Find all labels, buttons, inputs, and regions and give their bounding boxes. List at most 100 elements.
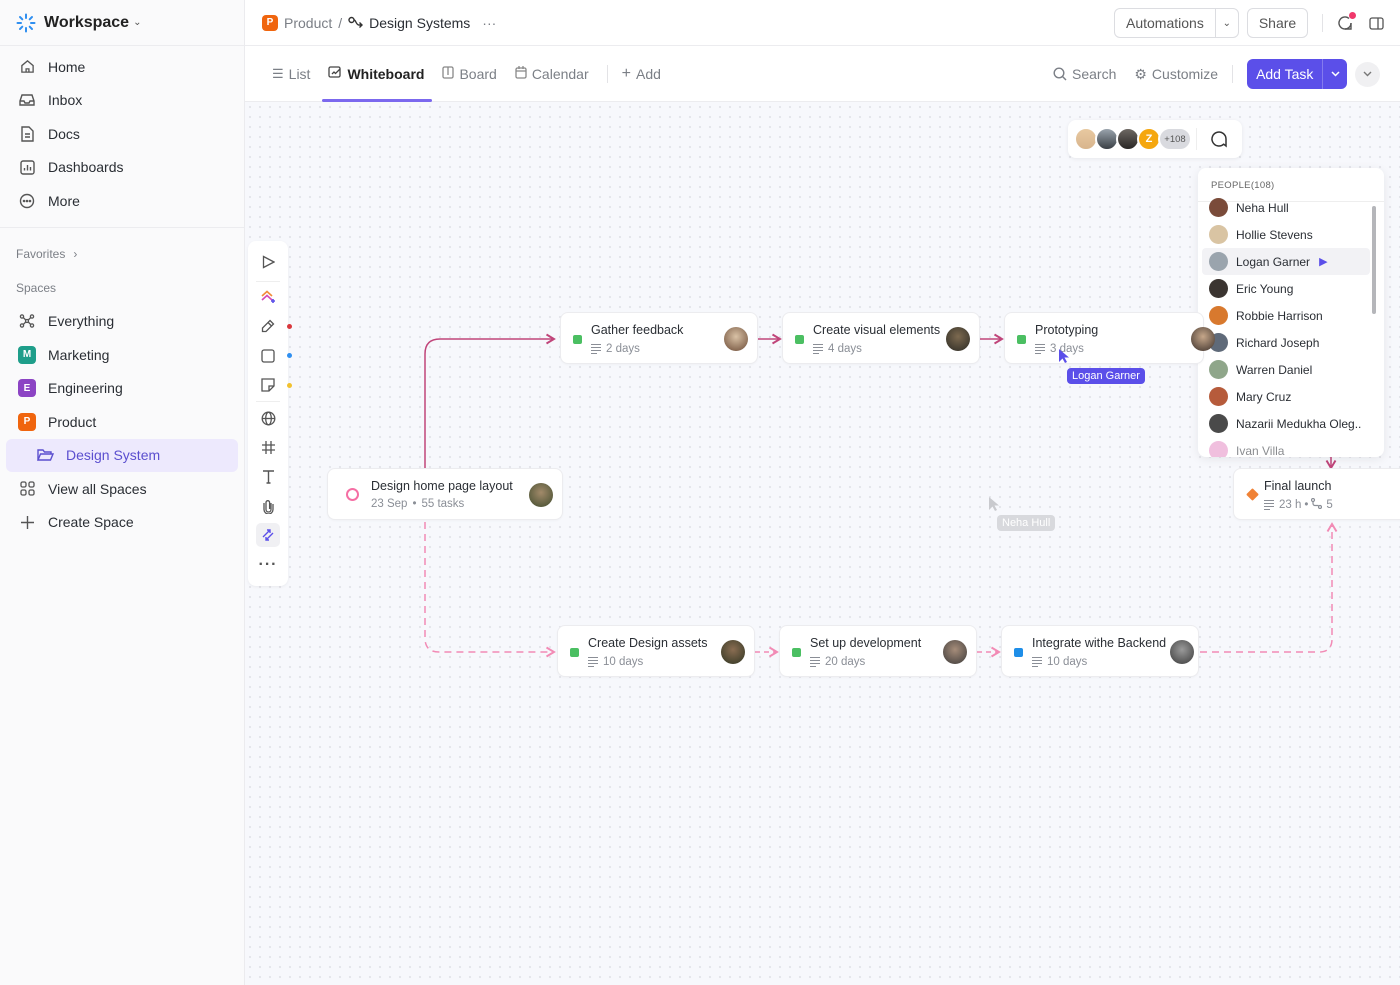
person-item[interactable]: Mary Cruz bbox=[1198, 383, 1384, 410]
assignee-avatar[interactable] bbox=[529, 483, 553, 507]
person-item[interactable]: Ivan Villa bbox=[1198, 437, 1384, 457]
task-card-prototyping[interactable]: Prototyping 3 days bbox=[1004, 312, 1215, 364]
people-scrollbar[interactable] bbox=[1372, 206, 1376, 314]
frame-tool-icon[interactable] bbox=[256, 435, 280, 459]
sidebar-item-dashboards[interactable]: Dashboards bbox=[0, 151, 244, 185]
search-button[interactable]: Search bbox=[1053, 66, 1116, 82]
sidebar-item-marketing[interactable]: M Marketing bbox=[0, 338, 244, 372]
more-options-icon[interactable]: ··· bbox=[482, 15, 496, 31]
avatar bbox=[1209, 225, 1228, 244]
connector-root-gather[interactable] bbox=[424, 333, 556, 468]
tab-whiteboard[interactable]: Whiteboard bbox=[322, 46, 433, 102]
collaborators-bar: Z +108 bbox=[1068, 120, 1242, 158]
breadcrumb-page[interactable]: Design Systems bbox=[369, 15, 470, 31]
task-card-set-up-development[interactable]: Set up development 20 days bbox=[779, 625, 977, 677]
sidebar-item-label: View all Spaces bbox=[48, 480, 147, 497]
breadcrumb-space[interactable]: Product bbox=[284, 15, 332, 31]
person-item[interactable]: Robbie Harrison bbox=[1198, 302, 1384, 329]
automations-dropdown-icon[interactable]: ⌄ bbox=[1214, 9, 1238, 37]
person-item[interactable]: Richard Joseph bbox=[1198, 329, 1384, 356]
task-card-create-visual-elements[interactable]: Create visual elements 4 days bbox=[782, 312, 980, 364]
task-card-integrate-backend[interactable]: Integrate withe Backend 10 days bbox=[1001, 625, 1199, 677]
connector-root-assets[interactable] bbox=[424, 522, 556, 658]
assignee-avatar[interactable] bbox=[943, 640, 967, 664]
sidebar-item-inbox[interactable]: Inbox bbox=[0, 84, 244, 118]
task-duration: 10 days bbox=[1047, 655, 1088, 668]
sidebar-item-view-all-spaces[interactable]: View all Spaces bbox=[0, 472, 244, 506]
person-item[interactable]: Warren Daniel bbox=[1198, 356, 1384, 383]
select-tool-icon[interactable] bbox=[256, 250, 280, 274]
connector-tool-icon[interactable] bbox=[256, 523, 280, 547]
sidebar-item-label: Marketing bbox=[48, 346, 110, 363]
sidebar-item-more[interactable]: More bbox=[0, 184, 244, 218]
person-name: Robbie Harrison bbox=[1236, 308, 1323, 323]
connector-backend-launch[interactable] bbox=[1200, 522, 1338, 653]
person-item[interactable]: Nazarii Medukha Oleg.. bbox=[1198, 410, 1384, 437]
ai-create-tool-icon[interactable] bbox=[256, 285, 280, 309]
add-task-button[interactable]: Add Task bbox=[1247, 66, 1322, 82]
space-badge-engineering: E bbox=[18, 379, 36, 398]
person-item[interactable]: Eric Young bbox=[1198, 275, 1384, 302]
assignee-avatar[interactable] bbox=[721, 640, 745, 664]
sidebar-item-engineering[interactable]: E Engineering bbox=[0, 372, 244, 406]
panel-toggle-icon[interactable] bbox=[1369, 16, 1384, 30]
customize-button[interactable]: ⚙ Customize bbox=[1134, 66, 1218, 83]
sidebar-item-design-system[interactable]: Design System bbox=[6, 438, 238, 472]
add-view-button[interactable]: + Add bbox=[622, 46, 661, 102]
more-collaborators-badge[interactable]: +108 bbox=[1158, 127, 1192, 151]
breadcrumb: P Product / Design Systems ··· bbox=[262, 14, 496, 31]
globe-tool-icon[interactable] bbox=[256, 406, 280, 430]
task-title: Integrate withe Backend bbox=[1032, 636, 1167, 650]
task-title: Gather feedback bbox=[591, 323, 684, 337]
assignee-avatar[interactable] bbox=[946, 327, 970, 351]
task-duration: 4 days bbox=[828, 342, 862, 355]
sticky-note-tool-icon[interactable] bbox=[256, 373, 280, 397]
automations-button[interactable]: Automations bbox=[1115, 15, 1215, 31]
chevron-down-icon: ⌄ bbox=[133, 17, 142, 28]
person-item[interactable]: Hollie Stevens bbox=[1198, 221, 1384, 248]
add-view-label: Add bbox=[635, 65, 661, 82]
divider bbox=[1232, 65, 1234, 83]
avatar bbox=[1209, 414, 1228, 433]
add-task-dropdown-icon[interactable] bbox=[1322, 59, 1347, 89]
sidebar-item-docs[interactable]: Docs bbox=[0, 117, 244, 151]
shape-tool-icon[interactable] bbox=[256, 344, 280, 368]
task-card-final-launch[interactable]: Final launch 23 h • 5 bbox=[1233, 468, 1400, 520]
sidebar-item-product[interactable]: P Product bbox=[0, 405, 244, 439]
sidebar-item-everything[interactable]: Everything bbox=[0, 305, 244, 339]
description-icon bbox=[1035, 342, 1045, 356]
tab-calendar[interactable]: Calendar bbox=[515, 46, 589, 102]
attachment-tool-icon[interactable] bbox=[256, 494, 280, 518]
pen-tool-icon[interactable] bbox=[256, 314, 280, 338]
tab-board[interactable]: Board bbox=[442, 46, 497, 102]
tab-list[interactable]: ☰ List bbox=[272, 46, 310, 102]
favorites-section[interactable]: Favorites › bbox=[0, 237, 244, 271]
person-item[interactable]: Neha Hull bbox=[1198, 194, 1384, 221]
task-card-gather-feedback[interactable]: Gather feedback 2 days bbox=[560, 312, 758, 364]
share-button[interactable]: Share bbox=[1246, 8, 1309, 38]
sidebar-item-home[interactable]: Home bbox=[0, 50, 244, 84]
collapse-toolbar-icon[interactable] bbox=[1355, 61, 1381, 87]
sidebar-item-create-space[interactable]: Create Space bbox=[0, 506, 244, 540]
whiteboard-canvas[interactable]: ··· Z +108 PEOPLE(108) Neha Hull Hollie … bbox=[245, 102, 1400, 985]
avatar bbox=[1209, 306, 1228, 325]
chevron-right-icon: › bbox=[73, 246, 78, 261]
task-card-create-design-assets[interactable]: Create Design assets 10 days bbox=[557, 625, 755, 677]
assignee-avatar[interactable] bbox=[724, 327, 748, 351]
more-tools-icon[interactable]: ··· bbox=[256, 553, 280, 577]
pen-color-dot bbox=[287, 324, 292, 329]
task-meta: 10 days bbox=[588, 655, 643, 669]
sidebar-item-label: Design System bbox=[66, 447, 161, 464]
notification-icon[interactable] bbox=[1337, 12, 1357, 31]
status-square-icon bbox=[570, 648, 579, 657]
divider bbox=[1322, 14, 1324, 32]
comment-icon[interactable] bbox=[1210, 130, 1228, 153]
person-item-active[interactable]: Logan Garner ▶ bbox=[1202, 248, 1370, 275]
assignee-avatar[interactable] bbox=[1170, 640, 1194, 664]
task-card-root[interactable]: Design home page layout 23 Sep • 55 tasks bbox=[327, 468, 563, 520]
person-name: Richard Joseph bbox=[1236, 335, 1320, 350]
workspace-switcher[interactable]: Workspace ⌄ bbox=[0, 0, 244, 46]
text-tool-icon[interactable] bbox=[256, 465, 280, 489]
assignee-avatar[interactable] bbox=[1191, 327, 1215, 351]
description-icon bbox=[591, 342, 601, 356]
